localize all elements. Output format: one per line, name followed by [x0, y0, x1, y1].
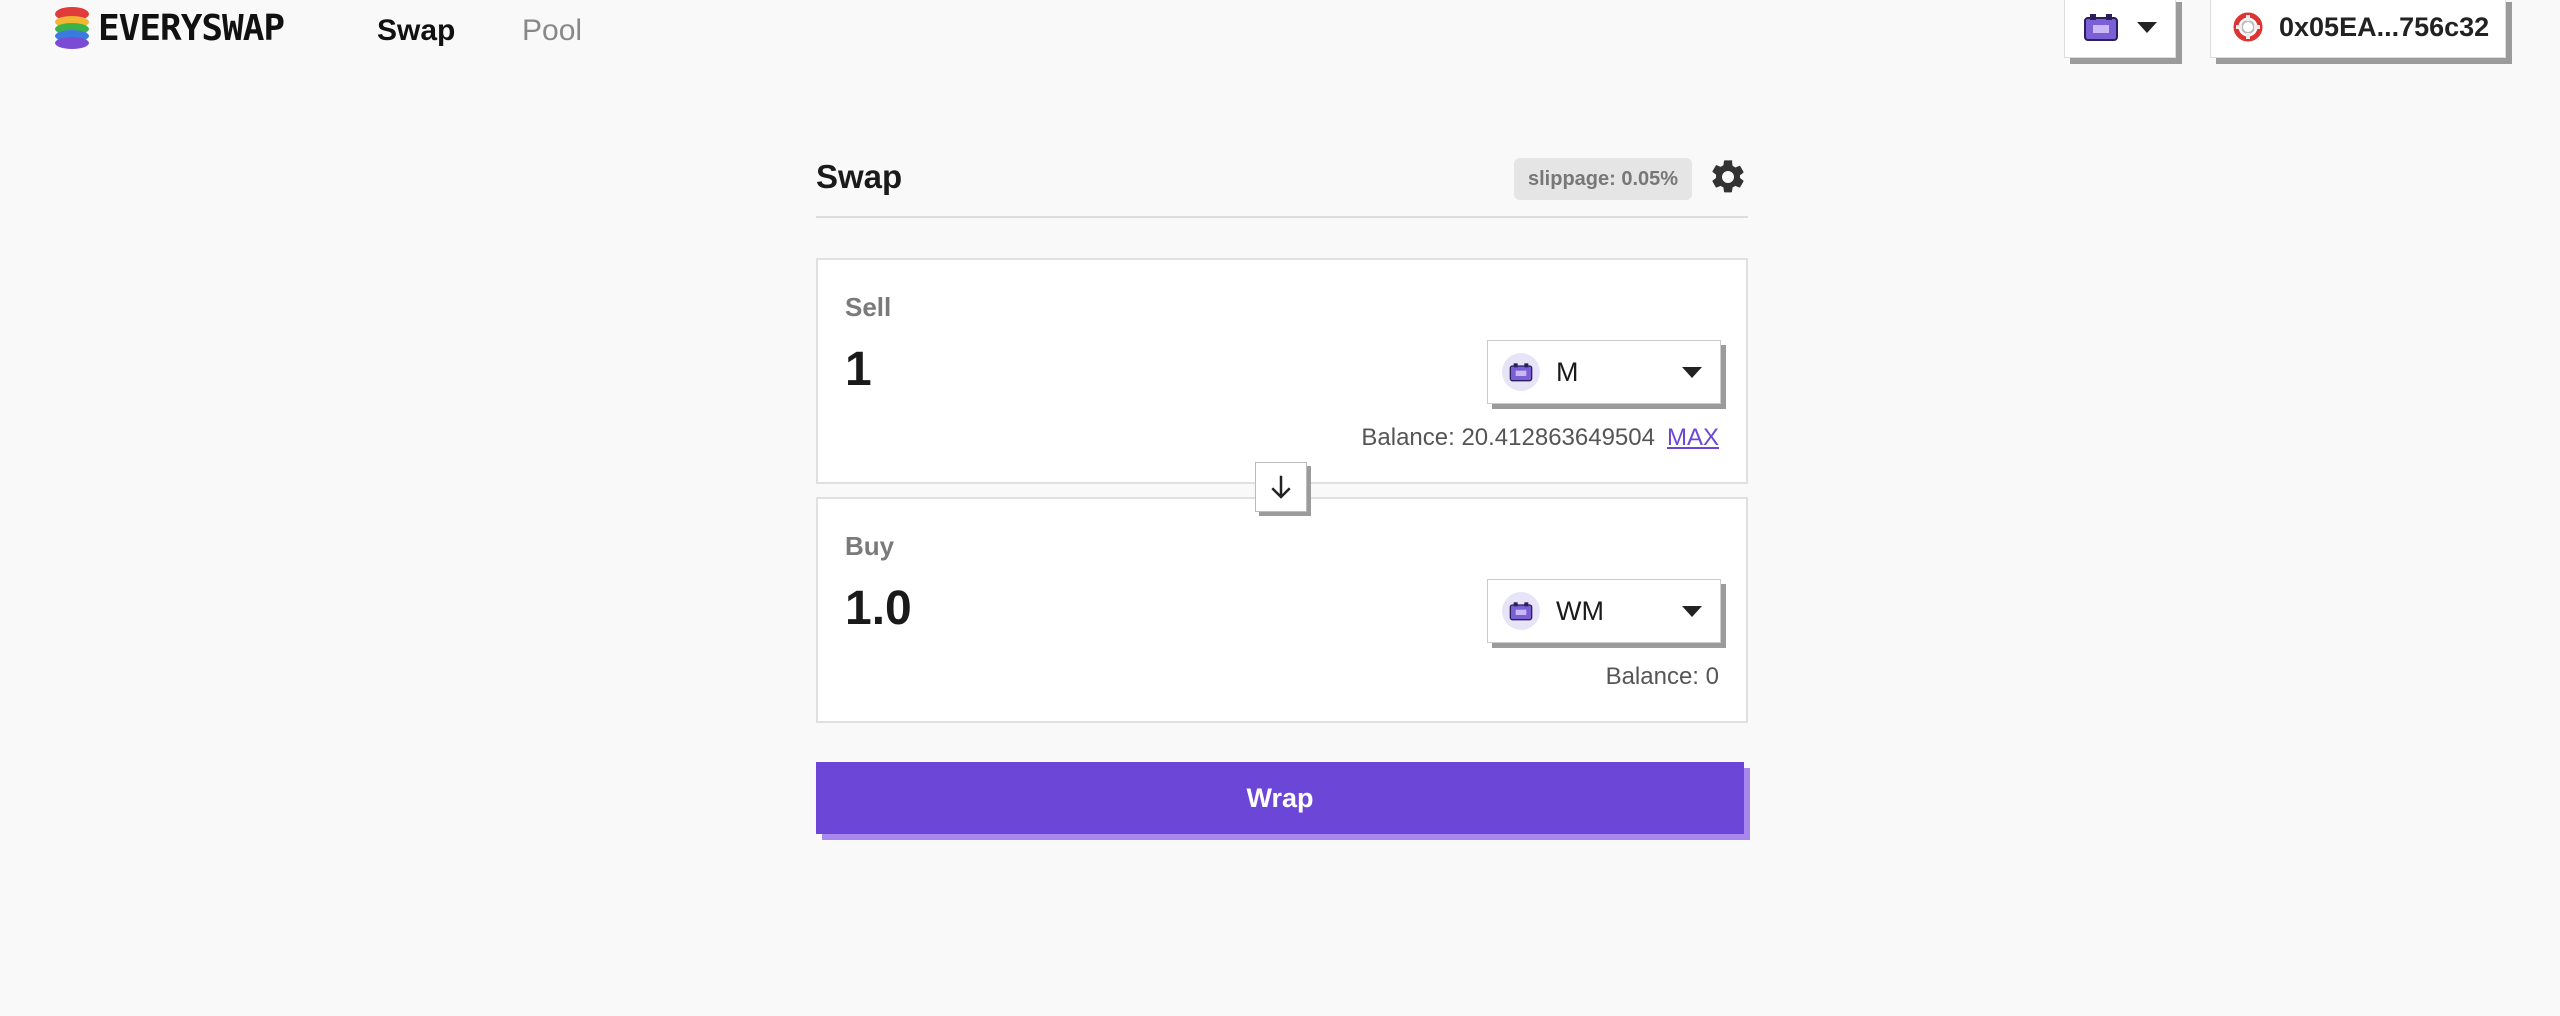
buy-token-name: WM	[1556, 595, 1604, 626]
sell-label: Sell	[845, 292, 892, 322]
buy-label: Buy	[845, 531, 895, 561]
buy-balance: Balance: 0	[1605, 663, 1719, 690]
account-address: 0x05EA...756c32	[2279, 11, 2490, 42]
logo-stack-icon	[55, 7, 89, 49]
gear-icon[interactable]	[1708, 157, 1748, 197]
account-button[interactable]: 0x05EA...756c32	[2210, 0, 2506, 58]
arrow-down-icon	[1271, 475, 1291, 499]
lifebuoy-icon	[2233, 12, 2263, 42]
nav-swap[interactable]: Swap	[377, 14, 455, 48]
max-link[interactable]: MAX	[1667, 424, 1719, 452]
buy-balance-row: Balance: 0	[1606, 663, 1719, 691]
buy-box: Buy 1.0 WM Balance: 0	[816, 497, 1748, 723]
sell-amount-input[interactable]: 1	[845, 342, 1405, 397]
slippage-badge[interactable]: slippage: 0.05%	[1514, 158, 1693, 200]
buy-amount-input[interactable]: 1.0	[845, 581, 1405, 636]
swap-panel-header: Swap slippage: 0.05%	[816, 140, 1748, 218]
chain-token-icon	[2084, 14, 2118, 41]
swap-panel: Swap slippage: 0.05% Sell 1 M Balance: 2…	[816, 140, 1748, 834]
logo[interactable]: EVERYSWAP	[52, 6, 285, 50]
sell-box: Sell 1 M Balance: 20.412863649504 MAX	[816, 258, 1748, 484]
token-m-icon	[1502, 353, 1540, 391]
sell-balance-row: Balance: 20.412863649504 MAX	[1361, 424, 1719, 452]
chevron-down-icon	[2137, 21, 2157, 33]
sell-token-name: M	[1556, 356, 1579, 387]
top-bar: EVERYSWAP Swap Pool 0x05EA...756c32	[0, 0, 2560, 64]
sell-balance: Balance: 20.412863649504	[1361, 424, 1655, 451]
chevron-down-icon	[1682, 605, 1702, 617]
switch-direction-button[interactable]	[1255, 462, 1307, 512]
logo-text: EVERYSWAP	[98, 7, 285, 49]
chain-selector-button[interactable]	[2064, 0, 2176, 58]
token-wm-icon	[1502, 592, 1540, 630]
wrap-button[interactable]: Wrap	[816, 762, 1744, 834]
sell-token-select[interactable]: M	[1487, 340, 1721, 404]
page-title: Swap	[816, 158, 903, 195]
nav-pool[interactable]: Pool	[522, 14, 582, 48]
chevron-down-icon	[1682, 366, 1702, 378]
buy-token-select[interactable]: WM	[1487, 579, 1721, 643]
